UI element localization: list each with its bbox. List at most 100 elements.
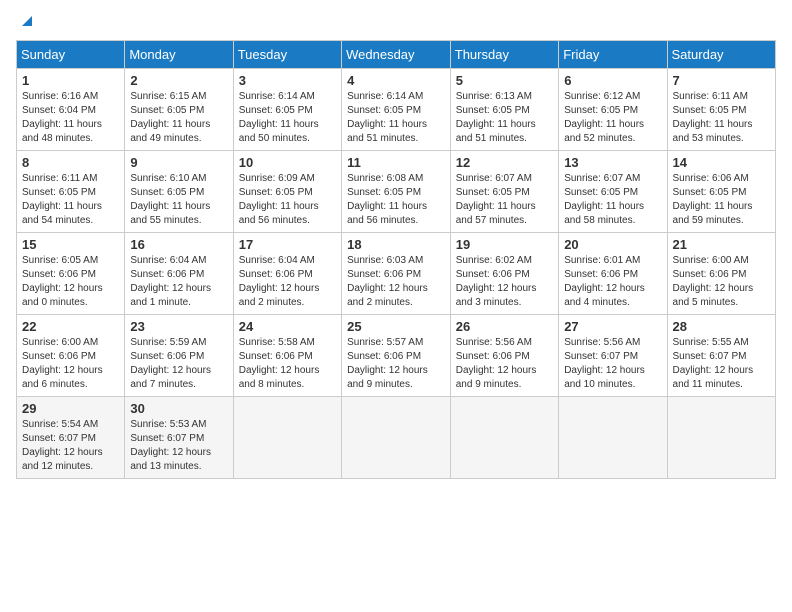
day-info: Sunrise: 6:08 AMSunset: 6:05 PMDaylight:… xyxy=(347,173,427,226)
day-number: 23 xyxy=(130,319,227,334)
day-number: 5 xyxy=(456,73,553,88)
day-of-week-header: Tuesday xyxy=(233,41,341,69)
day-number: 16 xyxy=(130,237,227,252)
day-number: 10 xyxy=(239,155,336,170)
logo-icon xyxy=(18,12,36,30)
day-number: 1 xyxy=(22,73,119,88)
day-info: Sunrise: 6:07 AMSunset: 6:05 PMDaylight:… xyxy=(456,173,536,226)
calendar-day-cell: 5 Sunrise: 6:13 AMSunset: 6:05 PMDayligh… xyxy=(450,69,558,151)
calendar-day-cell xyxy=(559,397,667,479)
calendar-day-cell: 19 Sunrise: 6:02 AMSunset: 6:06 PMDaylig… xyxy=(450,233,558,315)
calendar-day-cell: 13 Sunrise: 6:07 AMSunset: 6:05 PMDaylig… xyxy=(559,151,667,233)
day-info: Sunrise: 6:14 AMSunset: 6:05 PMDaylight:… xyxy=(239,91,319,144)
calendar-day-cell: 3 Sunrise: 6:14 AMSunset: 6:05 PMDayligh… xyxy=(233,69,341,151)
calendar-day-cell: 20 Sunrise: 6:01 AMSunset: 6:06 PMDaylig… xyxy=(559,233,667,315)
day-number: 14 xyxy=(673,155,770,170)
day-info: Sunrise: 6:10 AMSunset: 6:05 PMDaylight:… xyxy=(130,173,210,226)
calendar-day-cell: 23 Sunrise: 5:59 AMSunset: 6:06 PMDaylig… xyxy=(125,315,233,397)
day-info: Sunrise: 6:04 AMSunset: 6:06 PMDaylight:… xyxy=(239,255,320,308)
day-number: 24 xyxy=(239,319,336,334)
calendar-day-cell: 16 Sunrise: 6:04 AMSunset: 6:06 PMDaylig… xyxy=(125,233,233,315)
day-number: 28 xyxy=(673,319,770,334)
day-number: 27 xyxy=(564,319,661,334)
calendar-week-row: 15 Sunrise: 6:05 AMSunset: 6:06 PMDaylig… xyxy=(17,233,776,315)
day-info: Sunrise: 6:15 AMSunset: 6:05 PMDaylight:… xyxy=(130,91,210,144)
day-number: 19 xyxy=(456,237,553,252)
day-info: Sunrise: 6:01 AMSunset: 6:06 PMDaylight:… xyxy=(564,255,645,308)
day-number: 29 xyxy=(22,401,119,416)
calendar-day-cell: 9 Sunrise: 6:10 AMSunset: 6:05 PMDayligh… xyxy=(125,151,233,233)
day-info: Sunrise: 6:16 AMSunset: 6:04 PMDaylight:… xyxy=(22,91,102,144)
day-number: 17 xyxy=(239,237,336,252)
day-info: Sunrise: 5:54 AMSunset: 6:07 PMDaylight:… xyxy=(22,419,103,472)
calendar-day-cell: 1 Sunrise: 6:16 AMSunset: 6:04 PMDayligh… xyxy=(17,69,125,151)
calendar-week-row: 8 Sunrise: 6:11 AMSunset: 6:05 PMDayligh… xyxy=(17,151,776,233)
day-number: 11 xyxy=(347,155,445,170)
day-info: Sunrise: 5:57 AMSunset: 6:06 PMDaylight:… xyxy=(347,337,428,390)
day-number: 25 xyxy=(347,319,445,334)
day-of-week-header: Thursday xyxy=(450,41,558,69)
calendar-day-cell xyxy=(667,397,775,479)
calendar-day-cell: 12 Sunrise: 6:07 AMSunset: 6:05 PMDaylig… xyxy=(450,151,558,233)
calendar-week-row: 29 Sunrise: 5:54 AMSunset: 6:07 PMDaylig… xyxy=(17,397,776,479)
calendar-week-row: 22 Sunrise: 6:00 AMSunset: 6:06 PMDaylig… xyxy=(17,315,776,397)
day-number: 26 xyxy=(456,319,553,334)
day-info: Sunrise: 5:55 AMSunset: 6:07 PMDaylight:… xyxy=(673,337,754,390)
day-number: 6 xyxy=(564,73,661,88)
calendar-day-cell: 4 Sunrise: 6:14 AMSunset: 6:05 PMDayligh… xyxy=(342,69,451,151)
day-info: Sunrise: 6:00 AMSunset: 6:06 PMDaylight:… xyxy=(22,337,103,390)
day-info: Sunrise: 6:09 AMSunset: 6:05 PMDaylight:… xyxy=(239,173,319,226)
day-info: Sunrise: 6:03 AMSunset: 6:06 PMDaylight:… xyxy=(347,255,428,308)
calendar-day-cell: 14 Sunrise: 6:06 AMSunset: 6:05 PMDaylig… xyxy=(667,151,775,233)
calendar-day-cell: 30 Sunrise: 5:53 AMSunset: 6:07 PMDaylig… xyxy=(125,397,233,479)
calendar-day-cell: 6 Sunrise: 6:12 AMSunset: 6:05 PMDayligh… xyxy=(559,69,667,151)
calendar-table: SundayMondayTuesdayWednesdayThursdayFrid… xyxy=(16,40,776,479)
calendar-day-cell: 22 Sunrise: 6:00 AMSunset: 6:06 PMDaylig… xyxy=(17,315,125,397)
day-info: Sunrise: 6:04 AMSunset: 6:06 PMDaylight:… xyxy=(130,255,211,308)
day-of-week-header: Friday xyxy=(559,41,667,69)
calendar-day-cell: 7 Sunrise: 6:11 AMSunset: 6:05 PMDayligh… xyxy=(667,69,775,151)
day-info: Sunrise: 6:13 AMSunset: 6:05 PMDaylight:… xyxy=(456,91,536,144)
calendar-day-cell: 25 Sunrise: 5:57 AMSunset: 6:06 PMDaylig… xyxy=(342,315,451,397)
day-number: 30 xyxy=(130,401,227,416)
day-info: Sunrise: 5:59 AMSunset: 6:06 PMDaylight:… xyxy=(130,337,211,390)
calendar-day-cell: 27 Sunrise: 5:56 AMSunset: 6:07 PMDaylig… xyxy=(559,315,667,397)
day-number: 20 xyxy=(564,237,661,252)
calendar-day-cell: 21 Sunrise: 6:00 AMSunset: 6:06 PMDaylig… xyxy=(667,233,775,315)
calendar-day-cell xyxy=(450,397,558,479)
day-number: 12 xyxy=(456,155,553,170)
day-of-week-header: Saturday xyxy=(667,41,775,69)
calendar-day-cell: 15 Sunrise: 6:05 AMSunset: 6:06 PMDaylig… xyxy=(17,233,125,315)
calendar-day-cell: 17 Sunrise: 6:04 AMSunset: 6:06 PMDaylig… xyxy=(233,233,341,315)
calendar-day-cell: 10 Sunrise: 6:09 AMSunset: 6:05 PMDaylig… xyxy=(233,151,341,233)
page-header xyxy=(16,16,776,30)
day-of-week-header: Sunday xyxy=(17,41,125,69)
calendar-day-cell xyxy=(342,397,451,479)
calendar-day-cell: 28 Sunrise: 5:55 AMSunset: 6:07 PMDaylig… xyxy=(667,315,775,397)
day-number: 9 xyxy=(130,155,227,170)
day-info: Sunrise: 6:07 AMSunset: 6:05 PMDaylight:… xyxy=(564,173,644,226)
calendar-day-cell xyxy=(233,397,341,479)
calendar-day-cell: 8 Sunrise: 6:11 AMSunset: 6:05 PMDayligh… xyxy=(17,151,125,233)
calendar-day-cell: 11 Sunrise: 6:08 AMSunset: 6:05 PMDaylig… xyxy=(342,151,451,233)
day-number: 15 xyxy=(22,237,119,252)
day-info: Sunrise: 6:11 AMSunset: 6:05 PMDaylight:… xyxy=(22,173,102,226)
day-number: 21 xyxy=(673,237,770,252)
calendar-header-row: SundayMondayTuesdayWednesdayThursdayFrid… xyxy=(17,41,776,69)
calendar-week-row: 1 Sunrise: 6:16 AMSunset: 6:04 PMDayligh… xyxy=(17,69,776,151)
day-number: 2 xyxy=(130,73,227,88)
day-info: Sunrise: 6:12 AMSunset: 6:05 PMDaylight:… xyxy=(564,91,644,144)
day-info: Sunrise: 5:53 AMSunset: 6:07 PMDaylight:… xyxy=(130,419,211,472)
day-number: 8 xyxy=(22,155,119,170)
day-info: Sunrise: 6:14 AMSunset: 6:05 PMDaylight:… xyxy=(347,91,427,144)
day-info: Sunrise: 6:02 AMSunset: 6:06 PMDaylight:… xyxy=(456,255,537,308)
day-number: 7 xyxy=(673,73,770,88)
day-of-week-header: Monday xyxy=(125,41,233,69)
day-info: Sunrise: 6:06 AMSunset: 6:05 PMDaylight:… xyxy=(673,173,753,226)
day-info: Sunrise: 5:58 AMSunset: 6:06 PMDaylight:… xyxy=(239,337,320,390)
logo xyxy=(16,16,36,30)
day-info: Sunrise: 6:11 AMSunset: 6:05 PMDaylight:… xyxy=(673,91,753,144)
day-info: Sunrise: 6:05 AMSunset: 6:06 PMDaylight:… xyxy=(22,255,103,308)
day-number: 4 xyxy=(347,73,445,88)
calendar-day-cell: 29 Sunrise: 5:54 AMSunset: 6:07 PMDaylig… xyxy=(17,397,125,479)
